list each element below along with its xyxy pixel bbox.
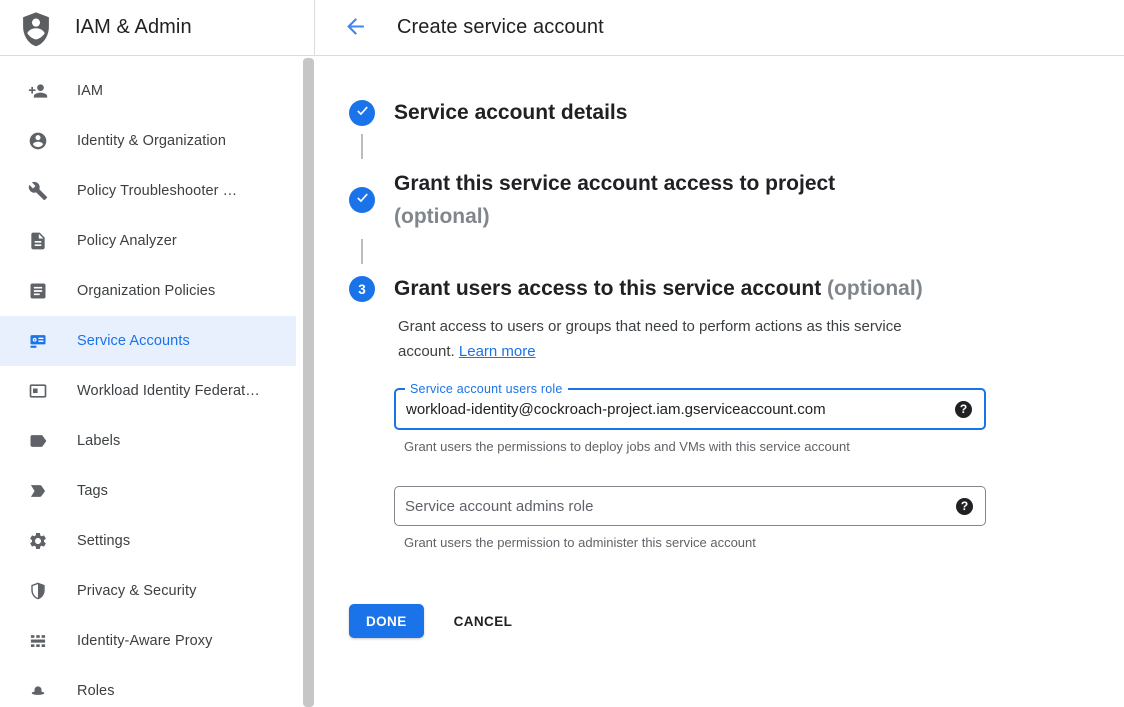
step-grant-users-access[interactable]: 3 Grant users access to this service acc… xyxy=(349,272,1124,306)
service-account-users-role-field: Service account users role xyxy=(394,388,986,430)
account-circle-icon xyxy=(28,131,48,151)
sidebar-item-label: Identity & Organization xyxy=(77,133,226,149)
sidebar-item-policy-analyzer[interactable]: Policy Analyzer xyxy=(0,216,296,266)
step3-number: 3 xyxy=(358,282,366,297)
product-header: IAM & Admin xyxy=(0,0,315,55)
help-icon[interactable] xyxy=(955,401,972,418)
header: IAM & Admin Create service account xyxy=(0,0,1124,56)
product-title: IAM & Admin xyxy=(75,16,192,39)
identity-aware-proxy-icon xyxy=(28,631,48,651)
sidebar-item-organization-policies[interactable]: Organization Policies xyxy=(0,266,296,316)
sidebar-item-service-accounts[interactable]: Service Accounts xyxy=(0,316,296,366)
sidebar-item-labels[interactable]: Labels xyxy=(0,416,296,466)
check-icon xyxy=(355,103,370,123)
create-service-account-panel: Service account details Grant this servi… xyxy=(315,57,1124,707)
membership-card-icon xyxy=(28,381,48,401)
sidebar-item-settings[interactable]: Settings xyxy=(0,516,296,566)
step3-number-badge: 3 xyxy=(349,276,375,302)
sidebar-item-iam[interactable]: IAM xyxy=(0,66,296,116)
service-account-icon xyxy=(28,331,48,351)
done-button[interactable]: DONE xyxy=(349,604,424,638)
sidebar-item-tags[interactable]: Tags xyxy=(0,466,296,516)
stepper-connector xyxy=(361,134,363,159)
sidebar-item-label: Workload Identity Federat… xyxy=(77,383,260,399)
person-add-icon xyxy=(28,81,48,101)
sidebar-item-label: Labels xyxy=(77,433,120,449)
iam-admin-shield-logo-icon xyxy=(17,8,54,48)
sidebar-item-label: Service Accounts xyxy=(77,333,190,349)
help-icon[interactable] xyxy=(956,498,973,515)
step-grant-access-to-project[interactable]: Grant this service account access to pro… xyxy=(349,167,1124,233)
sidebar-item-policy-troubleshooter[interactable]: Policy Troubleshooter … xyxy=(0,166,296,216)
sidebar-item-roles[interactable]: Roles xyxy=(0,666,296,707)
shield-icon xyxy=(28,581,48,601)
sidebar-item-label: Identity-Aware Proxy xyxy=(77,633,213,649)
users-role-field-label: Service account users role xyxy=(405,381,568,397)
users-role-input[interactable] xyxy=(396,401,955,418)
step-service-account-details[interactable]: Service account details xyxy=(349,98,1124,128)
sidebar-item-workload-identity-federation[interactable]: Workload Identity Federat… xyxy=(0,366,296,416)
policy-analyzer-icon xyxy=(28,231,48,251)
step2-optional-label: (optional) xyxy=(394,205,490,228)
sidebar-item-label: Policy Analyzer xyxy=(77,233,177,249)
page-title: Create service account xyxy=(397,16,604,39)
sidebar-item-identity-aware-proxy[interactable]: Identity-Aware Proxy xyxy=(0,616,296,666)
stepper-connector xyxy=(361,239,363,264)
step3-title: Grant users access to this service accou… xyxy=(394,277,821,300)
sidebar: IAM Identity & Organization Policy Troub… xyxy=(0,57,315,707)
back-button[interactable] xyxy=(342,15,368,41)
check-icon xyxy=(355,190,370,210)
sidebar-scrollbar[interactable] xyxy=(303,58,315,707)
step3-description: Grant access to users or groups that nee… xyxy=(398,314,946,364)
cancel-button[interactable]: CANCEL xyxy=(454,614,513,629)
gcp-console-window: IAM & Admin Create service account IAM I… xyxy=(0,0,1124,707)
sidebar-item-label: IAM xyxy=(77,83,103,99)
wrench-icon xyxy=(28,181,48,201)
sidebar-item-identity-organization[interactable]: Identity & Organization xyxy=(0,116,296,166)
admins-role-helper-text: Grant users the permission to administer… xyxy=(404,535,1124,551)
step1-completed-badge xyxy=(349,100,375,126)
learn-more-link[interactable]: Learn more xyxy=(459,343,536,360)
step3-content: Grant access to users or groups that nee… xyxy=(394,314,1124,551)
sidebar-item-label: Policy Troubleshooter … xyxy=(77,183,237,199)
admins-role-input[interactable] xyxy=(395,498,956,515)
arrow-back-icon xyxy=(343,14,368,42)
step2-completed-badge xyxy=(349,187,375,213)
tag-arrow-icon xyxy=(28,481,48,501)
scrollbar-thumb[interactable] xyxy=(303,58,314,707)
step1-title: Service account details xyxy=(394,98,627,128)
sidebar-item-label: Settings xyxy=(77,533,130,549)
roles-hat-icon xyxy=(28,681,48,701)
sidebar-item-label: Organization Policies xyxy=(77,283,215,299)
sidebar-item-label: Privacy & Security xyxy=(77,583,196,599)
step3-optional-label: (optional) xyxy=(827,277,923,300)
article-icon xyxy=(28,281,48,301)
service-account-admins-role-field xyxy=(394,486,986,526)
step2-title: Grant this service account access to pro… xyxy=(394,172,835,195)
page-header: Create service account xyxy=(315,0,1124,55)
sidebar-item-privacy-security[interactable]: Privacy & Security xyxy=(0,566,296,616)
form-actions: DONE CANCEL xyxy=(349,604,1124,638)
gear-icon xyxy=(28,531,48,551)
sidebar-item-label: Roles xyxy=(77,683,115,699)
label-icon xyxy=(28,431,48,451)
users-role-helper-text: Grant users the permissions to deploy jo… xyxy=(404,439,1124,455)
sidebar-item-label: Tags xyxy=(77,483,108,499)
